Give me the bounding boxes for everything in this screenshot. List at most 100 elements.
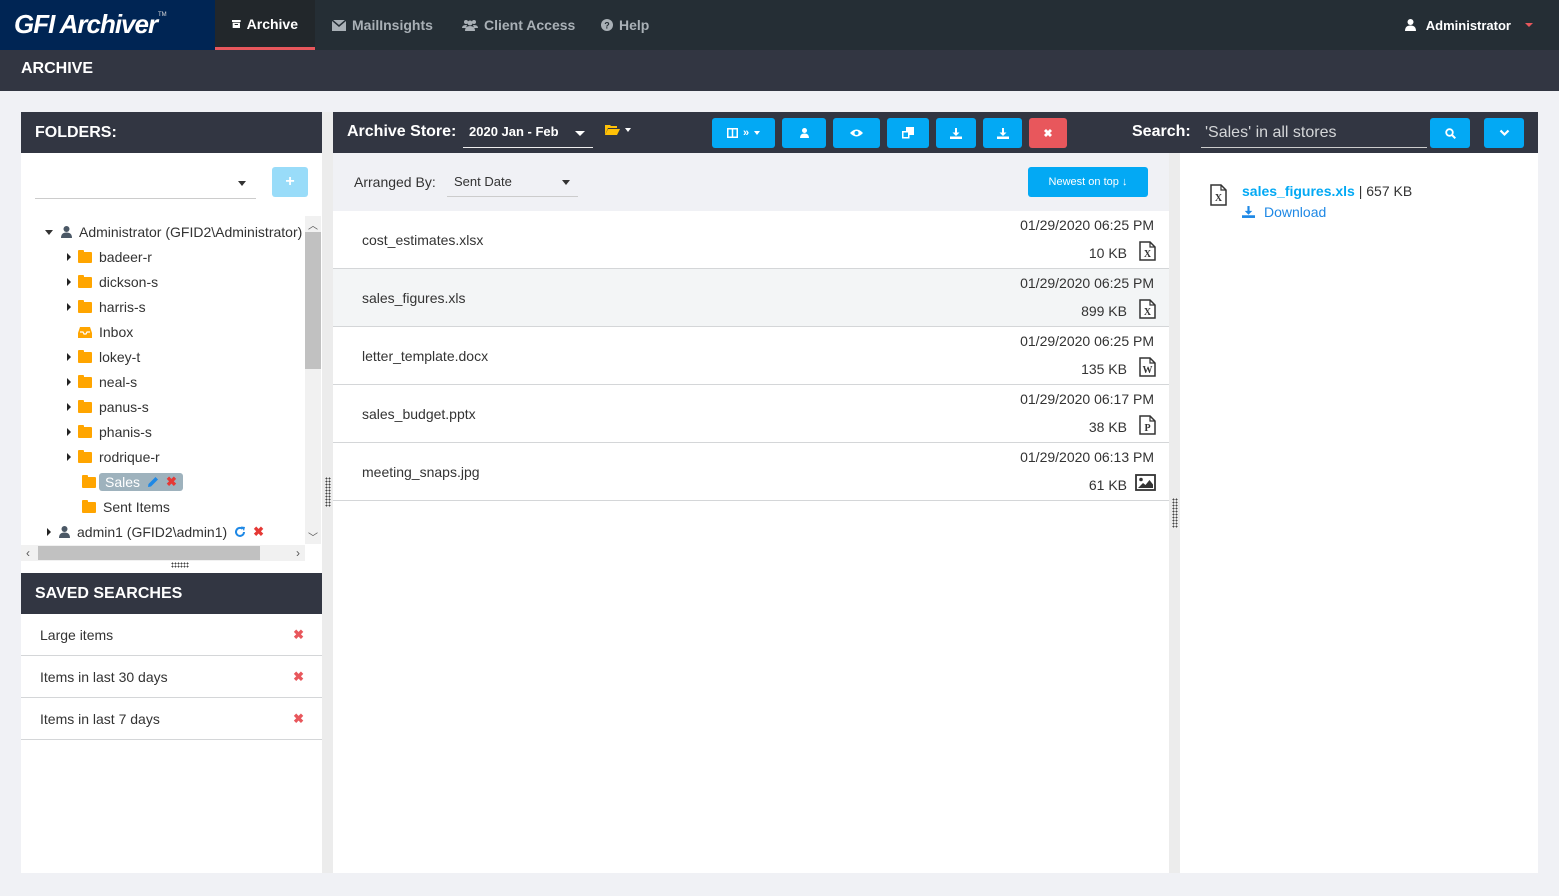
tree-node-inbox[interactable]: Inbox: [71, 321, 133, 343]
expand-arrow-icon[interactable]: [67, 453, 71, 461]
tree-node-folder[interactable]: rodrique-r: [67, 446, 160, 468]
saved-search-item[interactable]: Large items ✖: [21, 614, 322, 656]
svg-text:P: P: [1144, 423, 1150, 434]
item-name: cost_estimates.xlsx: [362, 232, 484, 248]
arrange-bar: Arranged By: Sent Date Newest on top ↓: [333, 153, 1169, 211]
tree-node-folder[interactable]: phanis-s: [67, 421, 152, 443]
scroll-right-icon[interactable]: ›: [291, 545, 305, 561]
item-date: 01/29/2020 06:17 PM: [1020, 391, 1154, 407]
tree-node-folder[interactable]: dickson-s: [67, 271, 158, 293]
tree-node-folder[interactable]: badeer-r: [67, 246, 152, 268]
download-button[interactable]: [936, 118, 976, 148]
download-icon: [996, 127, 1009, 139]
logo[interactable]: GFI Archiver TM: [0, 0, 215, 50]
list-item[interactable]: sales_budget.pptx 01/29/2020 06:17 PM 38…: [333, 385, 1169, 443]
download-link[interactable]: Download: [1242, 204, 1326, 220]
tree-node-folder[interactable]: lokey-t: [67, 346, 140, 368]
search-input[interactable]: [1201, 118, 1427, 148]
tab-client-access[interactable]: Client Access: [445, 0, 592, 50]
resize-handle[interactable]: [325, 477, 331, 507]
selected-folder[interactable]: Sales ✖: [99, 473, 183, 491]
list-item[interactable]: letter_template.docx 01/29/2020 06:25 PM…: [333, 327, 1169, 385]
saved-search-item[interactable]: Items in last 7 days ✖: [21, 698, 322, 740]
svg-text:X: X: [1144, 249, 1152, 260]
tree-vertical-scrollbar[interactable]: ︿ ﹀: [305, 216, 321, 544]
expand-arrow-icon[interactable]: [67, 378, 71, 386]
view-button[interactable]: [833, 118, 880, 148]
envelope-icon: [332, 19, 346, 31]
item-size: 135 KB: [1081, 361, 1127, 377]
attachment-link[interactable]: sales_figures.xls: [1242, 183, 1355, 199]
delete-icon[interactable]: ✖: [166, 474, 177, 490]
tree-node-folder[interactable]: panus-s: [67, 396, 149, 418]
expand-arrow-icon[interactable]: [67, 353, 71, 361]
svg-text:?: ?: [604, 21, 610, 31]
tree-node-admin1[interactable]: admin1 (GFID2\admin1) ✖: [47, 521, 264, 543]
double-chevron-icon: »: [742, 127, 750, 139]
delete-icon[interactable]: ✖: [253, 524, 264, 540]
tree-node-folder[interactable]: harris-s: [67, 296, 146, 318]
open-folder-button[interactable]: [605, 124, 631, 135]
expand-arrow-icon[interactable]: [67, 403, 71, 411]
excel-file-icon: X: [1139, 299, 1156, 319]
scrollbar-thumb[interactable]: [38, 546, 260, 560]
tab-archive[interactable]: Archive: [215, 0, 315, 50]
saved-searches-panel: SAVED SEARCHES Large items ✖ Items in la…: [21, 573, 322, 873]
download-icon: [1242, 206, 1255, 218]
saved-search-item[interactable]: Items in last 30 days ✖: [21, 656, 322, 698]
user-button[interactable]: [782, 118, 826, 148]
word-file-icon: W: [1139, 357, 1156, 377]
folder-filter-select[interactable]: [35, 169, 256, 199]
search-button[interactable]: [1430, 118, 1470, 148]
saved-search-label: Items in last 30 days: [40, 668, 168, 685]
caret-down-icon: [575, 131, 585, 136]
expand-arrow-icon[interactable]: [45, 229, 53, 235]
tab-help[interactable]: ? Help: [584, 0, 666, 50]
resize-handle[interactable]: [1172, 498, 1178, 528]
expand-arrow-icon[interactable]: [67, 428, 71, 436]
expand-arrow-icon[interactable]: [67, 303, 71, 311]
delete-icon[interactable]: ✖: [293, 711, 304, 727]
item-date: 01/29/2020 06:25 PM: [1020, 333, 1154, 349]
copy-button[interactable]: [887, 118, 929, 148]
tree-node-administrator[interactable]: Administrator (GFID2\Administrator): [45, 221, 302, 243]
add-folder-button[interactable]: +: [272, 167, 308, 197]
pencil-icon[interactable]: [147, 476, 159, 488]
scroll-up-icon[interactable]: ︿: [305, 217, 321, 232]
tab-archive-label: Archive: [246, 15, 298, 32]
resize-handle[interactable]: [171, 562, 189, 568]
archive-store-select[interactable]: 2020 Jan - Feb: [463, 118, 593, 148]
list-item[interactable]: cost_estimates.xlsx 01/29/2020 06:25 PM …: [333, 211, 1169, 269]
expand-arrow-icon[interactable]: [67, 278, 71, 286]
saved-searches-title: SAVED SEARCHES: [21, 573, 322, 614]
user-icon: [59, 526, 70, 538]
scroll-down-icon[interactable]: ﹀: [305, 529, 321, 544]
delete-icon[interactable]: ✖: [293, 669, 304, 685]
preview-splitter[interactable]: [1169, 153, 1180, 873]
sort-order-button[interactable]: Newest on top ↓: [1028, 167, 1148, 197]
scroll-left-icon[interactable]: ‹: [21, 545, 35, 561]
tree-horizontal-scrollbar[interactable]: ‹ ›: [21, 545, 305, 561]
list-item[interactable]: meeting_snaps.jpg 01/29/2020 06:13 PM 61…: [333, 443, 1169, 501]
top-navbar: GFI Archiver TM Archive MailInsights Cli…: [0, 0, 1559, 50]
arranged-by-value: Sent Date: [454, 174, 512, 189]
columns-button[interactable]: »: [712, 118, 775, 148]
delete-button[interactable]: ✖: [1029, 118, 1067, 148]
panel-splitter[interactable]: [322, 112, 333, 873]
expand-arrow-icon[interactable]: [67, 253, 71, 261]
tree-node-sales-selected[interactable]: Sales ✖: [71, 471, 183, 493]
delete-icon[interactable]: ✖: [293, 627, 304, 643]
tree-node-folder[interactable]: Sent Items: [71, 496, 170, 518]
expand-arrow-icon[interactable]: [47, 528, 51, 536]
advanced-search-toggle[interactable]: [1484, 118, 1524, 148]
user-menu[interactable]: Administrator: [1404, 0, 1533, 50]
image-file-icon: [1135, 474, 1156, 491]
list-item-selected[interactable]: sales_figures.xls 01/29/2020 06:25 PM 89…: [333, 269, 1169, 327]
refresh-icon[interactable]: [234, 526, 246, 538]
tab-mailinsights[interactable]: MailInsights: [315, 0, 450, 50]
tree-node-folder[interactable]: neal-s: [67, 371, 137, 393]
download-all-button[interactable]: [983, 118, 1022, 148]
scrollbar-thumb[interactable]: [305, 232, 321, 369]
attachment-size: | 657 KB: [1354, 183, 1413, 199]
arranged-by-select[interactable]: Sent Date: [447, 167, 578, 197]
